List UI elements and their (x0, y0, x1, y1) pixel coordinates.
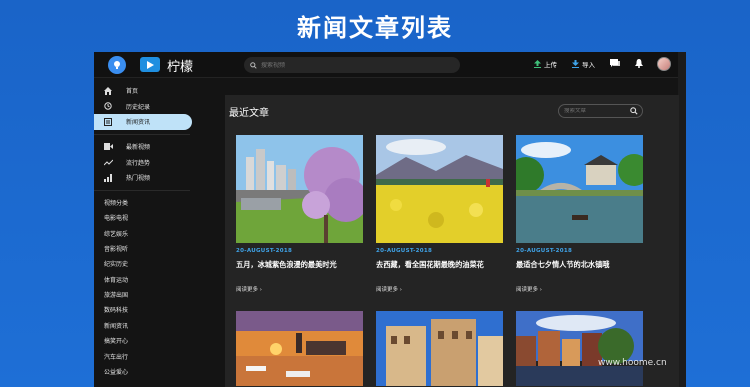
article-image-water-town[interactable] (516, 135, 643, 243)
search-input[interactable] (261, 61, 451, 69)
home-icon (104, 86, 116, 95)
sidebar-category-item[interactable]: 新闻资讯 (94, 318, 196, 333)
upload-button[interactable]: 上传 (534, 59, 557, 69)
sidebar-category-item[interactable]: 数码科技 (94, 302, 196, 317)
article-card[interactable] (236, 311, 363, 386)
top-bar: 柠檬 上传 导入 (94, 52, 686, 78)
article-card[interactable] (516, 311, 643, 386)
article-search-input[interactable] (564, 108, 624, 114)
article-card[interactable]: 20-AUGUST-2018 最适合七夕情人节的北水镇哦 阅读更多 › (516, 135, 643, 293)
sidebar-item-home[interactable]: 首页 (94, 83, 196, 99)
sidebar-category-item[interactable]: 体育运动 (94, 272, 196, 287)
sidebar-item-trending[interactable]: 流行趋势 (94, 154, 196, 170)
article-date: 20-AUGUST-2018 (516, 248, 573, 254)
notification-bell-icon[interactable] (635, 59, 643, 68)
sidebar-item-label: 首页 (126, 88, 139, 96)
article-title[interactable]: 最适合七夕情人节的北水镇哦 (516, 260, 643, 270)
search-icon[interactable] (630, 107, 638, 115)
sidebar-item-latest-videos[interactable]: 最新视频 (94, 139, 196, 155)
section-title: 最近文章 (229, 108, 269, 119)
search-bar[interactable] (244, 57, 460, 73)
upload-label: 上传 (544, 61, 557, 69)
sidebar-category-item[interactable]: 纪实历史 (94, 256, 196, 271)
news-icon (104, 117, 116, 126)
article-image-lilac-city[interactable] (236, 135, 363, 243)
sidebar: 首页 历史纪录 新闻资讯 最新视频 流行趋势 热门视频 视频分类 电影电视 综艺娱乐… (94, 79, 196, 387)
watermark-text: www.hoome.cn (598, 358, 667, 368)
article-image-canal-houses[interactable] (516, 311, 643, 386)
logo-text[interactable]: 柠檬 (167, 56, 193, 75)
article-image-rapeseed[interactable] (376, 135, 503, 243)
sidebar-divider (94, 189, 190, 191)
sidebar-category-item[interactable]: 音影视听 (94, 241, 196, 256)
upload-icon (534, 60, 541, 68)
chart-icon (104, 173, 116, 182)
read-more-link[interactable]: 阅读更多 › (376, 285, 503, 293)
history-icon (104, 102, 116, 111)
menu-bulb-icon[interactable] (108, 56, 126, 74)
category-list: 视频分类 电影电视 综艺娱乐 音影视听 纪实历史 体育运动 旅游出国 数码科技 新闻资讯 搞笑开心… (94, 195, 196, 380)
article-title[interactable]: 五月，冰城紫色浪漫的最美时光 (236, 260, 363, 270)
scrollbar[interactable] (678, 52, 686, 387)
sidebar-item-label: 新闻资讯 (126, 119, 151, 127)
import-button[interactable]: 导入 (572, 59, 595, 69)
article-card[interactable] (376, 311, 503, 386)
sidebar-category-item[interactable]: 汽车出行 (94, 348, 196, 363)
sidebar-item-label: 热门视频 (126, 175, 151, 183)
article-search[interactable] (558, 104, 643, 118)
sidebar-category-item[interactable]: 公益爱心 (94, 364, 196, 379)
sidebar-item-label: 流行趋势 (126, 159, 151, 167)
message-icon[interactable] (610, 59, 620, 68)
sidebar-item-news[interactable]: 新闻资讯 (94, 114, 192, 130)
article-date: 20-AUGUST-2018 (236, 248, 293, 254)
user-avatar[interactable] (657, 57, 671, 71)
sidebar-category-item[interactable]: 旅游出国 (94, 287, 196, 302)
sidebar-item-popular[interactable]: 热门视频 (94, 170, 196, 186)
sidebar-item-history[interactable]: 历史纪录 (94, 99, 196, 115)
article-card[interactable]: 20-AUGUST-2018 去西藏，看全国花期最晚的油菜花 阅读更多 › (376, 135, 503, 293)
page-banner-title: 新闻文章列表 (297, 14, 453, 42)
trend-icon (104, 159, 116, 166)
sidebar-category-item[interactable]: 视频分类 (94, 195, 196, 210)
sidebar-category-item[interactable]: 综艺娱乐 (94, 225, 196, 240)
sidebar-item-label: 历史纪录 (126, 103, 151, 111)
sidebar-category-item[interactable]: 搞笑开心 (94, 333, 196, 348)
article-title[interactable]: 去西藏，看全国花期最晚的油菜花 (376, 260, 503, 270)
app-window: 柠檬 上传 导入 首页 历史纪录 新闻资讯 (94, 52, 686, 387)
search-icon (250, 61, 257, 69)
video-icon (104, 143, 116, 151)
article-image-sunset-harbor[interactable] (236, 311, 363, 386)
logo-play-icon[interactable] (140, 57, 160, 72)
sidebar-item-label: 最新视频 (126, 144, 151, 152)
article-date: 20-AUGUST-2018 (376, 248, 433, 254)
article-card[interactable]: 20-AUGUST-2018 五月，冰城紫色浪漫的最美时光 阅读更多 › (236, 135, 363, 293)
sidebar-category-item[interactable]: 电影电视 (94, 210, 196, 225)
read-more-link[interactable]: 阅读更多 › (236, 285, 363, 293)
article-image-european-buildings[interactable] (376, 311, 503, 386)
read-more-link[interactable]: 阅读更多 › (516, 285, 643, 293)
import-label: 导入 (582, 61, 595, 69)
sidebar-divider (94, 133, 190, 135)
import-icon (572, 60, 579, 68)
articles-panel: 最近文章 搜索文章 20-AUGUST-2018 五月，冰城紫色浪漫的最美时光 … (225, 95, 679, 387)
